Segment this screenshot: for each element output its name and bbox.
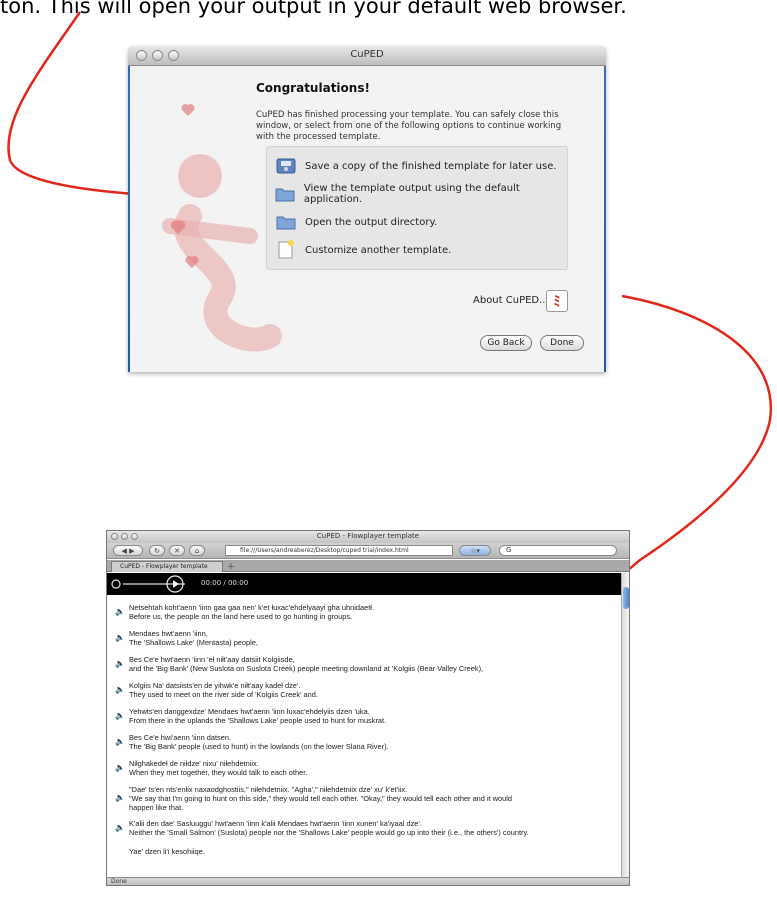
native-line: Bes Ce'e hwt'aenn 'iinn 'eł niłt'aay dat… <box>129 655 295 664</box>
speaker-icon[interactable]: 🔈 <box>115 823 125 832</box>
reload-button[interactable]: ↻ <box>149 545 165 556</box>
about-cuped-button[interactable]: ﾐ <box>546 290 568 312</box>
vertical-scrollbar[interactable] <box>621 573 629 877</box>
speaker-icon[interactable]: 🔈 <box>115 711 125 720</box>
english-line: From there in the uplands the 'Shallows … <box>129 716 387 725</box>
option-save-copy[interactable]: Save a copy of the finished template for… <box>275 153 557 179</box>
folder-icon <box>275 184 296 204</box>
search-box[interactable]: G <box>499 545 617 556</box>
scrollbar-thumb[interactable] <box>623 587 629 609</box>
native-line: Niłghakedeł de niłdze' nixu' niłehdetnii… <box>129 759 259 768</box>
native-line: Yehwts'en danggexdze' Mendaes hwt'aenn '… <box>129 707 370 716</box>
dialog-body: Congratulations! CuPED has finished proc… <box>130 66 604 372</box>
english-line: "We say that I'm going to hunt on this s… <box>129 794 513 803</box>
reload-icon: ↻ <box>154 546 160 555</box>
tab-label: CuPED - Flowplayer template <box>120 563 208 570</box>
status-text: Done <box>111 878 127 885</box>
flowplayer-bar: 00:00 / 00:00 <box>107 573 621 595</box>
caption-text: ton. This will open your output in your … <box>0 0 627 18</box>
rss-bookmark-buttons[interactable]: ☆▾ <box>459 545 491 556</box>
option-label: Save a copy of the finished template for… <box>305 160 557 172</box>
native-line: Kolgiis Na' datsiists'en de yihwk'e niłt… <box>129 681 301 690</box>
english-line: happen like that. <box>129 803 184 812</box>
native-line: Bes Ce'e hwi'aenn 'iinn datsen. <box>129 733 232 742</box>
english-line: They used to meet on the river side of '… <box>129 690 318 699</box>
forward-arrow-icon[interactable]: ▶ <box>129 547 134 555</box>
english-line: The 'Shallows Lake' (Mentasta) people, <box>129 638 258 647</box>
go-back-button[interactable]: Go Back <box>480 335 532 351</box>
speaker-icon[interactable]: 🔈 <box>115 763 125 772</box>
tutorial-page: ton. This will open your output in your … <box>0 0 777 897</box>
cuped-logo-icon: ﾐ <box>553 294 561 310</box>
browser-tabbar: CuPED - Flowplayer template ＋ <box>107 560 629 572</box>
url-text: file:///Users/andreaberez/Desktop/cuped … <box>240 547 409 554</box>
option-label: View the template output using the defau… <box>303 183 520 205</box>
about-label: About CuPED... <box>473 295 549 306</box>
speaker-icon[interactable]: 🔈 <box>115 659 125 668</box>
player-time: 00:00 / 00:00 <box>201 579 249 587</box>
player-controls <box>111 575 185 593</box>
english-line: and the 'Big Bank' (New Suslota on Suslo… <box>129 664 484 673</box>
option-open-directory[interactable]: Open the output directory. <box>275 209 437 235</box>
browser-title: CuPED - Flowplayer template <box>316 532 420 540</box>
native-line: Yae' dzen li'i kesohiiqe. <box>129 847 205 856</box>
english-line: Neither the 'Small Salmon' (Suslota) peo… <box>129 828 529 837</box>
speaker-icon[interactable]: 🔈 <box>115 607 125 616</box>
browser-status-bar: Done <box>107 877 629 885</box>
cuped-dialog-window: CuPED Congratulations! CuPED has finishe… <box>128 46 606 372</box>
speaker-icon[interactable]: 🔈 <box>115 633 125 642</box>
browser-toolbar: ◀ ▶ ↻ ✕ ⌂ file:///Users/andreaberez/Desk… <box>107 543 629 559</box>
stop-icon: ✕ <box>174 546 180 555</box>
options-panel: Save a copy of the finished template for… <box>266 146 568 270</box>
browser-titlebar: CuPED - Flowplayer template <box>107 531 629 543</box>
english-line: The 'Big Bank' people (used to hunt) in … <box>129 742 389 751</box>
address-bar[interactable]: file:///Users/andreaberez/Desktop/cuped … <box>225 545 453 556</box>
play-icon <box>111 579 121 589</box>
search-value: G <box>506 546 512 554</box>
native-line: Netsehtah koht'aenn 'iinn gaa gaa nen' k… <box>129 603 374 612</box>
bookmark-star-icon: ☆▾ <box>470 546 480 555</box>
new-tab-icon[interactable]: ＋ <box>227 561 235 572</box>
speaker-icon[interactable]: 🔈 <box>115 793 125 802</box>
home-icon: ⌂ <box>194 546 200 555</box>
option-view-output[interactable]: View the template output using the defau… <box>275 181 567 207</box>
home-button[interactable]: ⌂ <box>189 545 205 556</box>
english-line: When they met together, they would talk … <box>129 768 308 777</box>
option-customize-another[interactable]: Customize another template. <box>275 237 451 263</box>
native-line: K'alii den dae' Sasluuggu' hwt'aenn 'iin… <box>129 819 422 828</box>
speaker-icon[interactable]: 🔈 <box>115 737 125 746</box>
dialog-title: CuPED <box>350 49 384 60</box>
dialog-titlebar: CuPED <box>128 46 606 66</box>
option-label: Customize another template. <box>305 244 452 256</box>
dialog-intro-text: CuPED has finished processing your templ… <box>256 110 562 142</box>
native-line: "Dae' ts'en nts'enłix naxaodghostiis," n… <box>129 785 408 794</box>
save-disk-icon <box>275 156 297 176</box>
back-arrow-icon[interactable]: ◀ <box>121 547 126 555</box>
folder-icon <box>275 212 297 232</box>
done-button[interactable]: Done <box>540 335 584 351</box>
new-document-icon <box>275 240 297 260</box>
stop-button[interactable]: ✕ <box>169 545 185 556</box>
speaker-icon[interactable]: 🔈 <box>115 685 125 694</box>
transcript-content: 🔈 Netsehtah koht'aenn 'iinn gaa gaa nen'… <box>107 597 621 877</box>
native-line: Mendaes hwt'aenn 'iinn, <box>129 629 208 638</box>
english-line: Before us, the people on the land here u… <box>129 612 353 621</box>
browser-window: CuPED - Flowplayer template ◀ ▶ ↻ ✕ ⌂ fi… <box>106 530 630 886</box>
dialog-heading: Congratulations! <box>256 81 370 95</box>
heart-icon <box>181 104 195 116</box>
back-forward-buttons[interactable]: ◀ ▶ <box>113 545 143 556</box>
option-label: Open the output directory. <box>305 216 438 228</box>
browser-tab-active[interactable]: CuPED - Flowplayer template <box>111 561 223 572</box>
